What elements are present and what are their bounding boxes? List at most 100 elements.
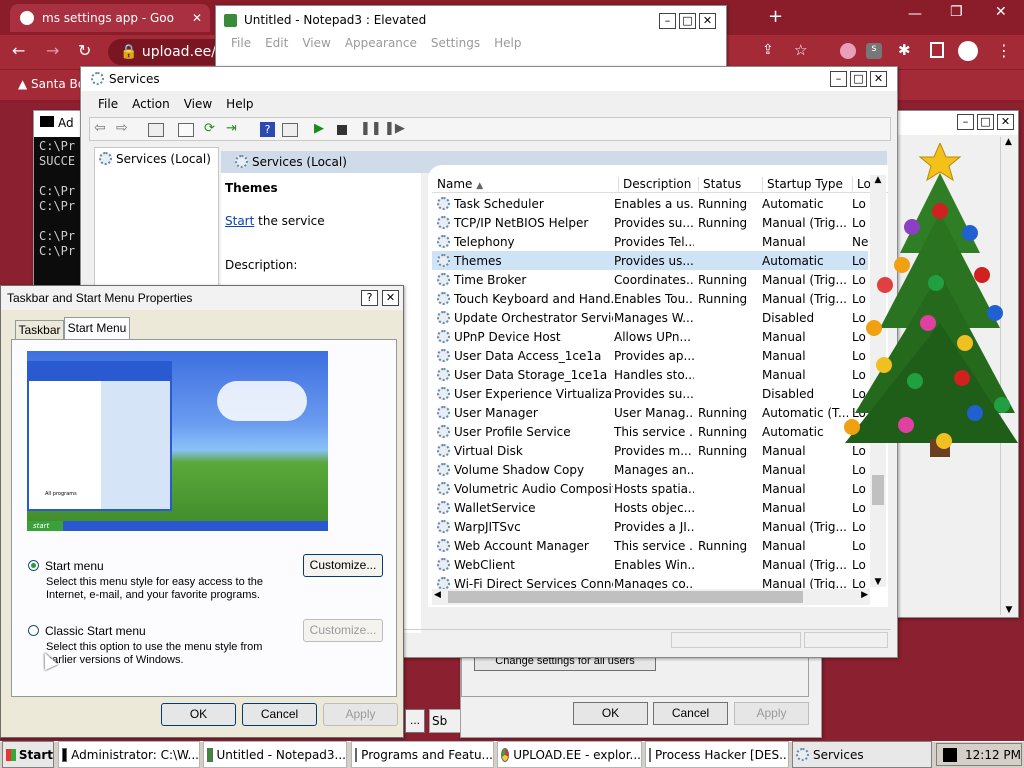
help-button[interactable]: ?	[361, 290, 378, 306]
start-menu-label[interactable]: Start menu	[45, 559, 104, 573]
table-row[interactable]: TCP/IP NetBIOS Helper Provides su... Runni…	[432, 213, 868, 232]
close-icon[interactable]: ✕	[995, 4, 1007, 20]
properties-icon[interactable]	[178, 123, 194, 137]
ok-button[interactable]: OK	[573, 702, 648, 725]
help-icon[interactable]: ?	[260, 122, 275, 137]
bookmark-item[interactable]: ▲ Santa Bo	[18, 77, 85, 91]
column-description[interactable]: Description	[618, 177, 691, 191]
puzzle-icon[interactable]: ✱	[898, 41, 911, 59]
table-row[interactable]: Task Scheduler Enables a us... Running Auto…	[432, 194, 868, 213]
customize-button[interactable]: Customize...	[303, 554, 383, 577]
table-row[interactable]: Update Orchestrator Service Manages W... D…	[432, 308, 868, 327]
back-icon[interactable]: ←	[12, 41, 25, 60]
column-startup-type[interactable]: Startup Type	[762, 177, 843, 191]
start-menu-radio[interactable]	[28, 560, 39, 571]
taskbar-item-programs[interactable]: Programs and Featu...	[351, 741, 494, 768]
menu-help[interactable]: Help	[219, 95, 260, 113]
maximize-button[interactable]: □	[679, 13, 696, 29]
address-bar[interactable]: 🔒 upload.ee/f	[108, 39, 228, 65]
menu-view[interactable]: View	[295, 34, 337, 52]
table-row[interactable]: Volume Shadow Copy Manages an... Manual Lo	[432, 460, 868, 479]
menu-help[interactable]: Help	[487, 34, 528, 52]
menu-appearance[interactable]: Appearance	[338, 34, 424, 52]
tree-item-services-local[interactable]: Services (Local)	[95, 148, 218, 166]
start-service-icon[interactable]: ▶	[314, 121, 324, 136]
profile-icon[interactable]	[958, 41, 978, 61]
extension-icon[interactable]	[840, 43, 856, 59]
scroll-thumb[interactable]	[448, 591, 803, 603]
clock[interactable]: 12:12 PM	[965, 748, 1021, 762]
table-row[interactable]: Time Broker Coordinates... Running Manual (…	[432, 270, 868, 289]
start-button[interactable]: Start	[2, 741, 54, 768]
extension-icon[interactable]: s	[866, 43, 882, 59]
table-row[interactable]: User Profile Service This service ... Runn…	[432, 422, 868, 441]
back-icon[interactable]: ⇦	[94, 120, 106, 136]
menu-view[interactable]: View	[177, 95, 219, 113]
stop-service-icon[interactable]	[337, 125, 347, 135]
table-row[interactable]: User Data Access_1ce1a Provides ap... Manu…	[432, 346, 868, 365]
restart-service-icon[interactable]: ❚▶	[384, 121, 405, 136]
tray-app-icon[interactable]	[943, 747, 957, 762]
export-icon[interactable]: ⇥	[226, 121, 237, 136]
maximize-icon[interactable]: ❐	[950, 4, 963, 20]
maximize-button[interactable]: □	[977, 114, 994, 130]
classic-customize-button[interactable]: Customize...	[303, 619, 383, 642]
table-row[interactable]: WebClient Enables Win... Manual (Trig... Lo	[432, 555, 868, 574]
new-tab-button[interactable]: +	[768, 6, 783, 27]
minimize-button[interactable]: –	[957, 114, 974, 130]
menu-settings[interactable]: Settings	[424, 34, 487, 52]
close-button[interactable]: ✕	[382, 290, 399, 306]
ok-button[interactable]: OK	[161, 703, 236, 726]
table-row[interactable]: Volumetric Audio Composit... Hosts spatia…	[432, 479, 868, 498]
table-row[interactable]: User Experience Virtualizati...Provides …	[432, 384, 868, 403]
close-icon[interactable]: ✕	[192, 11, 202, 25]
start-service-link[interactable]: Start	[225, 214, 254, 228]
maximize-button[interactable]: □	[850, 71, 867, 87]
column-status[interactable]: Status	[698, 177, 741, 191]
sidebar-icon[interactable]	[930, 42, 944, 58]
scroll-left-icon[interactable]: ◀	[434, 590, 441, 600]
console-tree-icon[interactable]	[148, 123, 164, 137]
scroll-down-icon[interactable]: ▼	[870, 577, 886, 587]
forward-icon[interactable]: →	[46, 41, 59, 60]
table-row[interactable]: User Manager User Manag... Running Automati…	[432, 403, 868, 422]
share-icon[interactable]: ⇪	[762, 42, 774, 58]
classic-start-menu-label[interactable]: Classic Start menu	[45, 624, 146, 638]
pause-service-icon[interactable]: ❚❚	[360, 121, 382, 136]
reload-icon[interactable]: ↻	[78, 41, 91, 60]
refresh-icon[interactable]: ⟳	[204, 121, 215, 136]
table-row[interactable]: Themes Provides us... Automatic Lo	[432, 251, 868, 270]
taskbar-item-chrome[interactable]: UPLOAD.EE - explor...	[497, 741, 642, 768]
table-row[interactable]: Virtual Disk Provides m... Running Manual Lo	[432, 441, 868, 460]
cancel-button[interactable]: Cancel	[653, 702, 728, 725]
minimize-button[interactable]: –	[659, 13, 676, 29]
taskbar-item-services[interactable]: Services	[792, 741, 932, 768]
scroll-down-icon[interactable]: ▼	[1001, 605, 1017, 615]
close-button[interactable]: ✕	[699, 13, 716, 29]
horizontal-scrollbar[interactable]: ◀ ▶	[432, 589, 870, 605]
taskbar-item-process-hacker[interactable]: Process Hacker [DES...	[645, 741, 789, 768]
apply-button[interactable]: Apply	[323, 703, 398, 726]
chrome-tab[interactable]: ms settings app - Goo ✕	[10, 4, 210, 32]
table-row[interactable]: WarpJITSvc Provides a JI... Manual (Trig..…	[432, 517, 868, 536]
menu-action[interactable]: Action	[125, 95, 177, 113]
column-name[interactable]: Name ▲	[437, 177, 483, 191]
minimize-button[interactable]: –	[830, 71, 847, 87]
close-button[interactable]: ✕	[997, 114, 1014, 130]
scroll-right-icon[interactable]: ▶	[861, 590, 868, 600]
table-row[interactable]: Touch Keyboard and Hand... Enables Tou...…	[432, 289, 868, 308]
table-row[interactable]: Web Account Manager This service ... Runni…	[432, 536, 868, 555]
classic-start-menu-radio[interactable]	[28, 625, 39, 636]
table-row[interactable]: UPnP Device Host Allows UPn... Manual Lo	[432, 327, 868, 346]
more-button[interactable]: ...	[405, 709, 425, 733]
taskbar-item-notepad[interactable]: Untitled - Notepad3...	[203, 741, 347, 768]
menu-icon[interactable]: ⋮	[996, 41, 1012, 60]
view-icon[interactable]	[282, 123, 298, 137]
table-row[interactable]: WalletService Hosts objec... Manual Lo	[432, 498, 868, 517]
minimize-icon[interactable]: —	[908, 6, 922, 22]
menu-file[interactable]: File	[224, 34, 258, 52]
cancel-button[interactable]: Cancel	[242, 703, 317, 726]
menu-file[interactable]: File	[91, 95, 125, 113]
forward-icon[interactable]: ⇨	[116, 120, 128, 136]
menu-edit[interactable]: Edit	[258, 34, 295, 52]
